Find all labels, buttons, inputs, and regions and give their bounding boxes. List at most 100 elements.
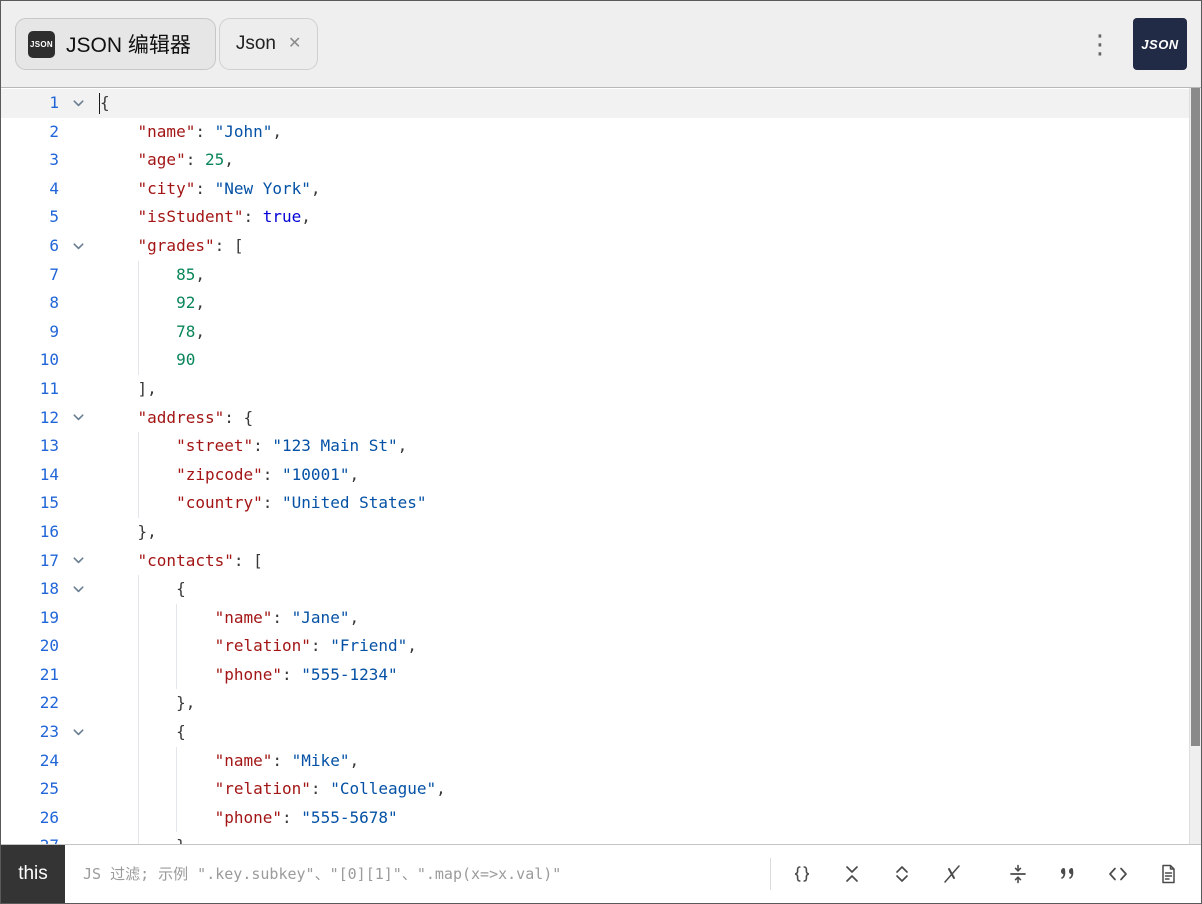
kebab-menu-icon[interactable]: ⋮ [1087, 31, 1113, 57]
code-line[interactable]: 23{ [1, 718, 1201, 747]
code-line[interactable]: 20"relation": "Friend", [1, 632, 1201, 661]
indent-guide [138, 318, 177, 347]
indent-guide [138, 747, 177, 776]
indent-guide [138, 718, 177, 747]
toolbar-divider [770, 858, 771, 890]
line-number: 22 [1, 689, 59, 718]
scrollbar-thumb[interactable] [1191, 88, 1200, 746]
code-line[interactable]: 5"isStudent": true, [1, 203, 1201, 232]
indent-guide [99, 804, 138, 833]
code-view-icon[interactable] [1093, 845, 1143, 903]
code-line[interactable]: 26"phone": "555-5678" [1, 804, 1201, 833]
indent-guide [99, 489, 138, 518]
code-line[interactable]: 11], [1, 375, 1201, 404]
indent-guide [99, 203, 138, 232]
code-line[interactable]: 6"grades": [ [1, 232, 1201, 261]
line-number: 5 [1, 203, 59, 232]
code-line[interactable]: 25"relation": "Colleague", [1, 775, 1201, 804]
line-number: 26 [1, 804, 59, 833]
indent-guide [176, 804, 215, 833]
tab-json-editor[interactable]: JSON JSON 编辑器 [15, 18, 216, 70]
code-line[interactable]: 1090 [1, 346, 1201, 375]
code-token: "address" [138, 404, 225, 433]
code-token: "John" [215, 118, 273, 147]
code-line[interactable]: 3"age": 25, [1, 146, 1201, 175]
fold-chevron-icon[interactable] [59, 89, 97, 118]
code-token: 25 [205, 146, 224, 175]
code-token: : [ [215, 232, 244, 261]
indent-guide [138, 489, 177, 518]
indent-guide [138, 689, 177, 718]
code-token: 85 [176, 261, 195, 290]
fold-chevron-icon[interactable] [59, 547, 97, 576]
indent-guide [99, 461, 138, 490]
js-filter-input[interactable] [65, 845, 764, 903]
scrollbar[interactable] [1189, 88, 1201, 844]
code-token: : [195, 175, 214, 204]
code-line[interactable]: 17"contacts": [ [1, 547, 1201, 576]
code-token: "Jane" [292, 604, 350, 633]
tab-close-icon[interactable]: ✕ [288, 36, 301, 52]
line-number: 10 [1, 346, 59, 375]
fold-chevron-icon[interactable] [59, 232, 97, 261]
compact-icon[interactable] [993, 845, 1043, 903]
code-token: , [349, 461, 359, 490]
document-icon[interactable] [1143, 845, 1193, 903]
code-line[interactable]: 2"name": "John", [1, 118, 1201, 147]
fold-chevron-icon[interactable] [59, 575, 97, 604]
code-token: , [195, 261, 205, 290]
code-token: "Friend" [330, 632, 407, 661]
indent-guide [138, 632, 177, 661]
code-line[interactable]: 8 92, [1, 289, 1201, 318]
indent-guide [138, 575, 177, 604]
line-number: 4 [1, 175, 59, 204]
code-line[interactable]: 785, [1, 261, 1201, 290]
expand-all-icon[interactable] [877, 845, 927, 903]
header-right: ⋮ JSON [1087, 18, 1187, 70]
code-token: "country" [176, 489, 263, 518]
indent-guide [138, 775, 177, 804]
indent-guide [99, 661, 138, 690]
this-context-button[interactable]: this [1, 845, 65, 903]
code-line[interactable]: 12"address": { [1, 404, 1201, 433]
fold-chevron-icon[interactable] [59, 718, 97, 747]
code-token: , [349, 604, 359, 633]
fold-chevron-icon[interactable] [59, 404, 97, 433]
tab-json-label: Json [236, 33, 276, 55]
tab-json[interactable]: Json ✕ [219, 18, 319, 70]
line-number: 24 [1, 747, 59, 776]
code-line[interactable]: 14"zipcode": "10001", [1, 461, 1201, 490]
code-line[interactable]: 1{ [1, 89, 1201, 118]
indent-guide [99, 432, 138, 461]
code-line[interactable]: 978, [1, 318, 1201, 347]
line-number: 8 [1, 289, 59, 318]
line-number: 21 [1, 661, 59, 690]
code-lines[interactable]: 1{2"name": "John",3"age": 25,4"city": "N… [1, 88, 1201, 844]
code-line[interactable]: 13"street": "123 Main St", [1, 432, 1201, 461]
code-token: "555-5678" [301, 804, 397, 833]
indent-guide [138, 604, 177, 633]
code-token: , [195, 289, 205, 318]
indent-guide [99, 689, 138, 718]
code-line[interactable]: 4"city": "New York", [1, 175, 1201, 204]
code-line[interactable]: 19"name": "Jane", [1, 604, 1201, 633]
code-line[interactable]: 24"name": "Mike", [1, 747, 1201, 776]
quotes-icon[interactable] [1043, 845, 1093, 903]
code-line[interactable]: 21"phone": "555-1234" [1, 661, 1201, 690]
code-line[interactable]: 22}, [1, 689, 1201, 718]
clear-escape-icon[interactable] [927, 845, 977, 903]
code-token: , [195, 318, 205, 347]
code-line[interactable]: 15"country": "United States" [1, 489, 1201, 518]
code-line[interactable]: 18{ [1, 575, 1201, 604]
code-line[interactable]: 27} [1, 832, 1201, 844]
format-braces-icon[interactable] [777, 845, 827, 903]
json-badge-icon: JSON [28, 31, 55, 58]
code-token: : [253, 432, 272, 461]
collapse-all-icon[interactable] [827, 845, 877, 903]
code-editor[interactable]: 1{2"name": "John",3"age": 25,4"city": "N… [1, 88, 1201, 844]
code-token: : [ [234, 547, 263, 576]
code-line[interactable]: 16}, [1, 518, 1201, 547]
indent-guide [99, 175, 138, 204]
code-token: 92 [176, 289, 195, 318]
indent-guide [138, 432, 177, 461]
